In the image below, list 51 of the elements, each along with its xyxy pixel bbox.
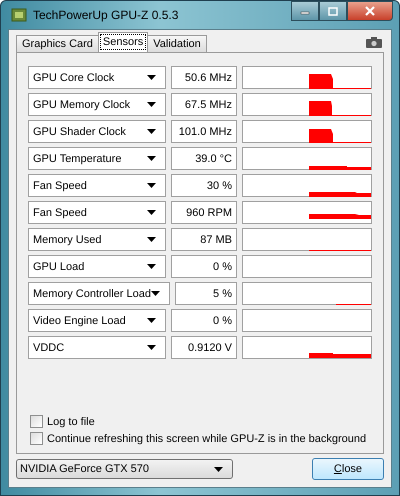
sensor-dropdown[interactable]: GPU Load [28,255,166,278]
sensor-reading: 101.0 MHz [170,120,237,143]
device-dropdown[interactable]: NVIDIA GeForce GTX 570 [16,459,233,479]
checkbox-label: Log to file [47,416,95,428]
caret-icon [146,264,156,269]
caret-icon [146,183,156,188]
sensor-dropdown[interactable]: Fan Speed [28,201,166,224]
sensor-dropdown[interactable]: Memory Used [28,228,166,251]
caret-icon [146,75,156,80]
tab[interactable]: Sensors [98,32,148,52]
window-title: TechPowerUp GPU-Z 0.5.3 [33,8,178,22]
camera-icon[interactable] [366,37,382,48]
caret-icon [214,466,223,472]
sensor-reading: 0 % [170,255,237,278]
sensor-reading: 960 RPM [170,201,237,224]
caret-icon [146,318,156,323]
sensor-dropdown[interactable]: Fan Speed [28,174,166,197]
chip-icon [11,8,27,22]
sensor-reading: 30 % [170,174,237,197]
sensor-reading: 87 MB [170,228,237,251]
checkbox-label: Continue refreshing this screen while GPU-Z is in the background [47,432,366,444]
sensor-dropdown[interactable]: GPU Core Clock [28,66,166,89]
minimize-button[interactable] [291,1,319,21]
caret-icon [151,291,160,296]
maximize-icon [328,6,338,16]
sensor-dropdown[interactable]: VDDC [28,336,166,359]
close-icon [364,6,376,16]
sensor-reading: 67.5 MHz [170,93,237,116]
close-button[interactable]: Close [312,458,384,480]
sensor-reading: 5 % [175,282,237,305]
caret-icon [146,210,156,215]
caret-icon [146,129,156,134]
close-window-button[interactable] [347,1,393,21]
sensor-dropdown[interactable]: Memory Controller Load [28,282,170,305]
caret-icon [146,237,156,242]
sensor-reading: 39.0 °C [170,147,237,170]
sensor-reading: 0 % [170,309,237,332]
sensor-dropdown[interactable]: GPU Temperature [28,147,166,170]
maximize-button[interactable] [319,1,347,21]
sensor-dropdown[interactable]: GPU Memory Clock [28,93,166,116]
tab[interactable]: Validation [147,35,207,52]
sensor-dropdown[interactable]: Video Engine Load [28,309,166,332]
checkbox[interactable] [30,415,43,428]
caret-icon [146,345,156,350]
sensor-reading: 50.6 MHz [170,66,237,89]
sensor-reading: 0.9120 V [170,336,237,359]
caret-icon [146,102,156,107]
sensor-dropdown[interactable]: GPU Shader Clock [28,120,166,143]
checkbox[interactable] [30,432,43,445]
tab[interactable]: Graphics Card [16,35,99,52]
caret-icon [146,156,156,161]
